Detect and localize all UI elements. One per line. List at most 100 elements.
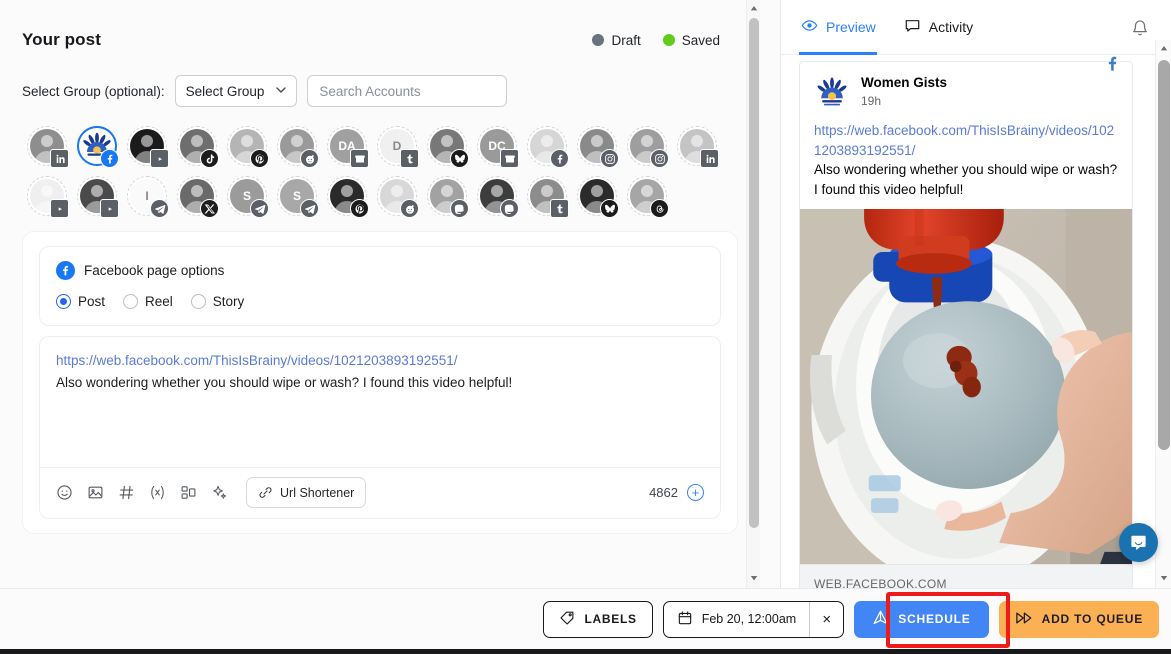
account-avatar-23[interactable] <box>472 171 522 221</box>
account-avatar-12[interactable] <box>622 121 672 171</box>
account-avatar-4[interactable] <box>222 121 272 171</box>
preview-scrollbar[interactable] <box>1155 40 1171 588</box>
account-avatar-11[interactable] <box>572 121 622 171</box>
linkedin-badge-icon <box>700 149 719 168</box>
group-selection-row: Select Group (optional): Select Group <box>22 75 738 107</box>
account-avatar-16[interactable]: I <box>122 171 172 221</box>
pinterest-badge-icon <box>250 149 269 168</box>
facebook-badge-icon <box>100 149 119 168</box>
editor-content-area[interactable]: https://web.facebook.com/ThisIsBrainy/vi… <box>40 337 720 467</box>
window-bottom-strip <box>0 649 1171 654</box>
chevron-down-icon <box>276 86 287 96</box>
avatar <box>427 126 469 168</box>
account-avatar-5[interactable] <box>272 121 322 171</box>
account-avatar-8[interactable] <box>422 121 472 171</box>
account-avatar-3[interactable] <box>172 121 222 171</box>
schedule-button[interactable]: SCHEDULE <box>854 600 989 638</box>
url-shortener-button[interactable]: Url Shortener <box>246 477 367 508</box>
notifications-bell-icon[interactable] <box>1131 19 1149 42</box>
account-avatar-17[interactable] <box>172 171 222 221</box>
image-icon[interactable] <box>85 483 105 503</box>
preview-scroll-up-arrow-icon[interactable] <box>1156 40 1171 56</box>
account-avatar-26[interactable] <box>622 171 672 221</box>
youtube-badge-icon <box>50 199 69 218</box>
ai-sparkle-icon[interactable] <box>209 483 229 503</box>
select-group-dropdown[interactable]: Select Group <box>174 75 298 107</box>
account-avatar-18[interactable]: S <box>222 171 272 221</box>
preview-post-time: 19h <box>861 93 882 108</box>
avatar <box>177 176 219 218</box>
instagram-badge-icon <box>600 149 619 168</box>
fast-forward-icon <box>1015 609 1033 630</box>
schedule-button-wrapper: SCHEDULE <box>854 600 989 638</box>
account-avatar-19[interactable]: S <box>272 171 322 221</box>
post-text-editor[interactable]: https://web.facebook.com/ThisIsBrainy/vi… <box>39 336 721 519</box>
character-count: 4862 <box>649 485 678 500</box>
scroll-down-arrow-icon[interactable] <box>747 570 760 586</box>
bluesky-badge-icon <box>600 199 619 218</box>
avatar: S <box>277 176 319 218</box>
labels-button[interactable]: LABELS <box>543 600 653 638</box>
avatar <box>427 176 469 218</box>
tab-activity[interactable]: Activity <box>902 0 987 55</box>
account-avatar-grid: DA D DC I S S <box>22 121 738 221</box>
emoji-icon[interactable] <box>54 483 74 503</box>
account-avatar-22[interactable] <box>422 171 472 221</box>
account-avatar-20[interactable] <box>322 171 372 221</box>
preview-post-link[interactable]: https://web.facebook.com/ThisIsBrainy/vi… <box>814 121 1118 160</box>
variable-icon[interactable] <box>147 483 167 503</box>
account-avatar-10[interactable] <box>522 121 572 171</box>
reddit-badge-icon <box>400 199 419 218</box>
labels-button-label: LABELS <box>584 612 637 626</box>
account-avatar-9[interactable]: DC <box>472 121 522 171</box>
search-accounts-input[interactable] <box>307 75 508 107</box>
preview-scrollbar-thumb[interactable] <box>1158 60 1170 450</box>
radio-post[interactable]: Post <box>56 294 105 309</box>
radio-reel-label: Reel <box>145 294 173 309</box>
account-avatar-0[interactable] <box>22 121 72 171</box>
preview-scroll-down-arrow-icon[interactable] <box>1156 570 1171 586</box>
account-avatar-25[interactable] <box>572 171 622 221</box>
account-avatar-21[interactable] <box>372 171 422 221</box>
schedule-date-value-button[interactable]: Feb 20, 12:00am <box>664 602 810 637</box>
account-avatar-1[interactable] <box>72 121 122 171</box>
account-avatar-2[interactable] <box>122 121 172 171</box>
preview-post-body: Also wondering whether you should wipe o… <box>814 162 1118 197</box>
radio-reel[interactable]: Reel <box>123 294 173 309</box>
tumblr-badge-icon <box>400 149 419 168</box>
twitter-x-badge-icon <box>200 199 219 218</box>
avatar <box>77 176 119 218</box>
threads-badge-icon <box>650 199 669 218</box>
schedule-date-control[interactable]: Feb 20, 12:00am × <box>662 600 845 638</box>
saved-label: Saved <box>681 32 720 48</box>
avatar <box>277 126 319 168</box>
editor-link-text[interactable]: https://web.facebook.com/ThisIsBrainy/vi… <box>56 351 704 372</box>
account-avatar-6[interactable]: DA <box>322 121 372 171</box>
facebook-page-options-card: Facebook page options Post Reel Story <box>39 246 721 326</box>
avatar <box>677 126 719 168</box>
radio-story[interactable]: Story <box>190 294 244 309</box>
chat-support-button[interactable] <box>1119 523 1158 562</box>
tab-activity-label: Activity <box>928 19 974 35</box>
clear-date-button[interactable]: × <box>809 601 843 637</box>
tab-preview[interactable]: Preview <box>799 0 890 55</box>
composer-scrollbar[interactable] <box>746 0 760 588</box>
add-variant-button[interactable]: + <box>687 484 704 501</box>
composer-scrollbar-thumb[interactable] <box>749 18 759 528</box>
composer-header: Your post Draft Saved <box>22 0 738 50</box>
account-avatar-13[interactable] <box>672 121 722 171</box>
template-icon[interactable] <box>178 483 198 503</box>
account-avatar-7[interactable]: D <box>372 121 422 171</box>
bluesky-badge-icon <box>450 149 469 168</box>
account-avatar-14[interactable] <box>22 171 72 221</box>
hashtag-icon[interactable] <box>116 483 136 503</box>
account-avatar-15[interactable] <box>72 171 122 221</box>
scroll-up-arrow-icon[interactable] <box>747 0 760 16</box>
account-avatar-24[interactable] <box>522 171 572 221</box>
avatar <box>227 126 269 168</box>
post-mode-radio-group: Post Reel Story <box>56 294 704 309</box>
editor-toolbar: Url Shortener 4862 + <box>40 467 720 518</box>
add-to-queue-button[interactable]: ADD TO QUEUE <box>998 600 1159 638</box>
comment-icon <box>904 17 921 37</box>
avatar <box>527 126 569 168</box>
